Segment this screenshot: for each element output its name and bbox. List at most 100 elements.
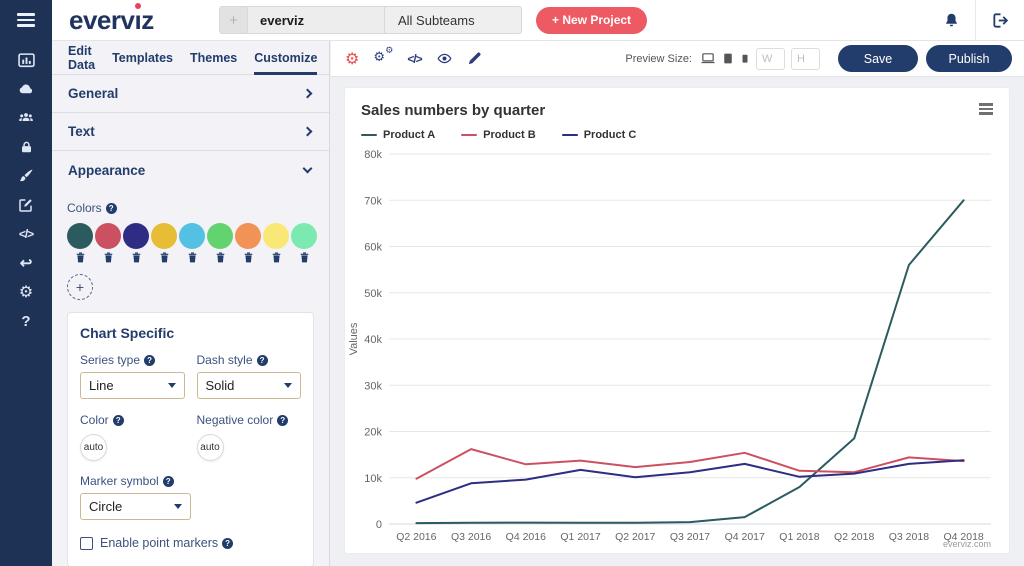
notifications-bell-icon[interactable]: [927, 0, 975, 41]
search-input[interactable]: everviz: [248, 7, 384, 33]
swatch-dot[interactable]: [179, 223, 205, 249]
help-icon[interactable]: ?: [144, 354, 156, 366]
gear-icon[interactable]: ⚙: [12, 283, 40, 301]
preview-eye-icon[interactable]: [436, 51, 453, 66]
swatch-dot[interactable]: [95, 223, 121, 249]
publish-button[interactable]: Publish: [926, 45, 1012, 72]
legend-item[interactable]: Product B: [461, 129, 536, 141]
series-type-select[interactable]: Line: [80, 372, 185, 399]
section-general[interactable]: General: [52, 75, 329, 113]
chevron-right-icon: [302, 126, 313, 137]
menu-hamburger-icon[interactable]: [0, 0, 52, 41]
colors-label: Colors ?: [67, 201, 314, 215]
color-swatch[interactable]: [123, 223, 149, 263]
swatch-dot[interactable]: [123, 223, 149, 249]
color-swatch[interactable]: [235, 223, 261, 263]
negative-color-auto-button[interactable]: auto: [196, 434, 224, 461]
annotate-pen-icon[interactable]: [467, 51, 482, 66]
color-swatch[interactable]: [207, 223, 233, 263]
color-swatch[interactable]: [151, 223, 177, 263]
brush-icon[interactable]: [12, 167, 40, 185]
enable-point-markers-checkbox[interactable]: [80, 536, 93, 550]
customize-panel: Edit Data Templates Themes Customize Gen…: [52, 41, 330, 566]
code-icon[interactable]: </>: [12, 225, 40, 243]
lock-icon[interactable]: [12, 138, 40, 156]
undo-icon[interactable]: ↩: [12, 254, 40, 272]
swatch-dot[interactable]: [263, 223, 289, 249]
help-icon[interactable]: ?: [162, 475, 174, 487]
dash-style-select[interactable]: Solid: [196, 372, 301, 399]
help-icon[interactable]: ?: [222, 537, 234, 549]
svg-text:30k: 30k: [364, 380, 382, 392]
trash-icon[interactable]: [132, 252, 141, 263]
trash-icon[interactable]: [160, 252, 169, 263]
color-label: Color ?: [80, 413, 185, 427]
help-icon[interactable]: ?: [112, 414, 124, 426]
chart-specific-title: Chart Specific: [80, 325, 175, 341]
color-swatch[interactable]: [263, 223, 289, 263]
section-text[interactable]: Text: [52, 113, 329, 151]
swatch-dot[interactable]: [235, 223, 261, 249]
help-icon[interactable]: ?: [12, 312, 40, 330]
swatch-dot[interactable]: [151, 223, 177, 249]
tab-themes[interactable]: Themes: [190, 41, 237, 75]
header-right-cluster: [927, 0, 1024, 41]
edit-icon[interactable]: [12, 196, 40, 214]
logout-icon[interactable]: [976, 0, 1024, 41]
color-swatch[interactable]: [179, 223, 205, 263]
preview-height-input[interactable]: [791, 47, 820, 70]
preview-width-input[interactable]: [756, 47, 785, 70]
settings-gear-icon[interactable]: ⚙: [345, 50, 359, 67]
phone-preview-icon[interactable]: [740, 51, 750, 66]
help-icon[interactable]: ?: [256, 354, 268, 366]
color-swatch-row: [67, 223, 317, 263]
svg-text:Q2 2017: Q2 2017: [615, 531, 655, 543]
svg-text:Q1 2018: Q1 2018: [779, 531, 819, 543]
save-button[interactable]: Save: [838, 45, 918, 72]
chevron-right-icon: [302, 88, 313, 99]
color-swatch[interactable]: [67, 223, 93, 263]
top-header: evervı z + everviz All Subteams + New Pro…: [0, 0, 1024, 41]
search-add-button[interactable]: +: [220, 7, 248, 33]
tab-templates[interactable]: Templates: [112, 41, 173, 75]
trash-icon[interactable]: [104, 252, 113, 263]
marker-symbol-select[interactable]: Circle: [80, 493, 191, 520]
advanced-gears-icon[interactable]: ⚙ ⚙: [373, 46, 393, 68]
trash-icon[interactable]: [216, 252, 225, 263]
trash-icon[interactable]: [272, 252, 281, 263]
team-icon[interactable]: [12, 109, 40, 127]
chart-context-menu-icon[interactable]: [977, 101, 995, 117]
legend-item[interactable]: Product C: [561, 129, 636, 141]
tab-customize[interactable]: Customize: [254, 41, 318, 75]
new-project-button[interactable]: + New Project: [536, 6, 648, 34]
trash-icon[interactable]: [188, 252, 197, 263]
marker-symbol-label: Marker symbol ?: [80, 474, 301, 488]
section-appearance[interactable]: Appearance: [52, 151, 329, 189]
tablet-preview-icon[interactable]: [722, 51, 734, 66]
everviz-logo[interactable]: evervı z: [69, 2, 169, 36]
desktop-preview-icon[interactable]: [700, 51, 716, 66]
color-swatch[interactable]: [291, 223, 317, 263]
cloud-icon[interactable]: [12, 80, 40, 98]
code-icon[interactable]: </>: [407, 52, 422, 66]
help-icon[interactable]: ?: [277, 414, 289, 426]
color-auto-button[interactable]: auto: [80, 434, 107, 461]
trash-icon[interactable]: [300, 252, 309, 263]
subteam-filter-select[interactable]: All Subteams: [384, 7, 521, 33]
legend-item[interactable]: Product A: [361, 129, 435, 141]
help-icon[interactable]: ?: [105, 202, 117, 214]
svg-text:Values: Values: [348, 322, 360, 355]
svg-text:70k: 70k: [364, 195, 382, 207]
svg-text:50k: 50k: [364, 288, 382, 300]
preview-size-label: Preview Size:: [625, 52, 692, 65]
tab-edit-data[interactable]: Edit Data: [68, 41, 95, 75]
swatch-dot[interactable]: [207, 223, 233, 249]
svg-text:Q3 2017: Q3 2017: [670, 531, 710, 543]
charts-icon[interactable]: [12, 51, 40, 69]
trash-icon[interactable]: [76, 252, 85, 263]
swatch-dot[interactable]: [67, 223, 93, 249]
color-swatch[interactable]: [95, 223, 121, 263]
trash-icon[interactable]: [244, 252, 253, 263]
add-color-button[interactable]: +: [67, 274, 93, 300]
swatch-dot[interactable]: [291, 223, 317, 249]
